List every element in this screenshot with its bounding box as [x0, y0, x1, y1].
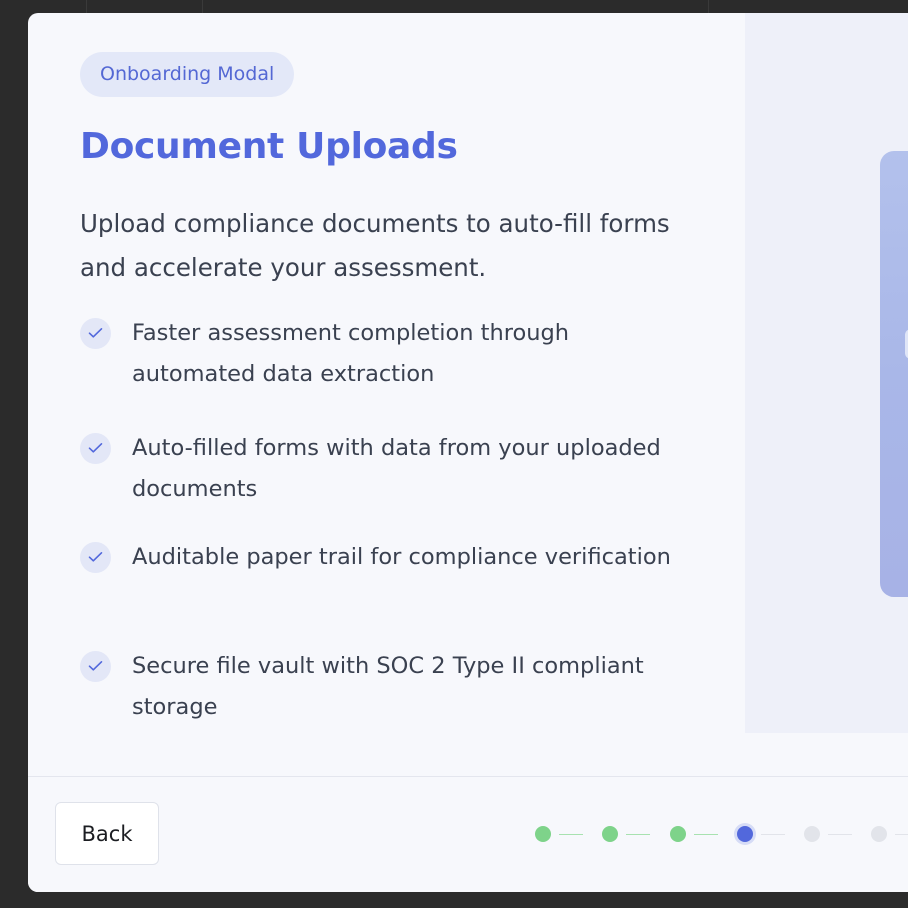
- modal-badge: Onboarding Modal: [80, 52, 295, 97]
- benefit-text: Auto-filled forms with data from your up…: [132, 435, 661, 502]
- step-dot: [871, 826, 887, 842]
- modal-subtitle: Upload compliance documents to auto-fill…: [80, 209, 670, 282]
- step-dot: [804, 826, 820, 842]
- check-icon: [80, 651, 111, 682]
- benefit-text: Auditable paper trail for compliance ver…: [132, 544, 671, 570]
- document-illustration: [880, 151, 908, 597]
- modal-content-pane: Onboarding Modal Document Uploads Upload…: [28, 13, 745, 776]
- step-connector: [761, 834, 785, 835]
- benefit-text: Faster assessment completion through aut…: [132, 320, 570, 387]
- step-dot: [670, 826, 686, 842]
- step-dot: [737, 826, 753, 842]
- check-icon: [80, 318, 111, 349]
- modal-title: Document Uploads: [80, 126, 458, 167]
- step-connector: [626, 834, 650, 835]
- progress-stepper: [28, 777, 908, 892]
- step-dot: [602, 826, 618, 842]
- illustration-pane: [745, 13, 908, 733]
- step-connector: [559, 834, 583, 835]
- check-icon: [80, 433, 111, 464]
- step-connector: [895, 834, 908, 835]
- step-connector: [828, 834, 852, 835]
- backdrop-divider: [708, 0, 709, 14]
- modal-footer: Back: [28, 776, 908, 892]
- step-dot: [535, 826, 551, 842]
- backdrop-divider: [86, 0, 87, 14]
- check-icon: [80, 542, 111, 573]
- onboarding-modal: Onboarding Modal Document Uploads Upload…: [28, 13, 908, 892]
- benefit-text: Secure file vault with SOC 2 Type II com…: [132, 653, 644, 720]
- backdrop-divider: [202, 0, 203, 14]
- step-connector: [694, 834, 718, 835]
